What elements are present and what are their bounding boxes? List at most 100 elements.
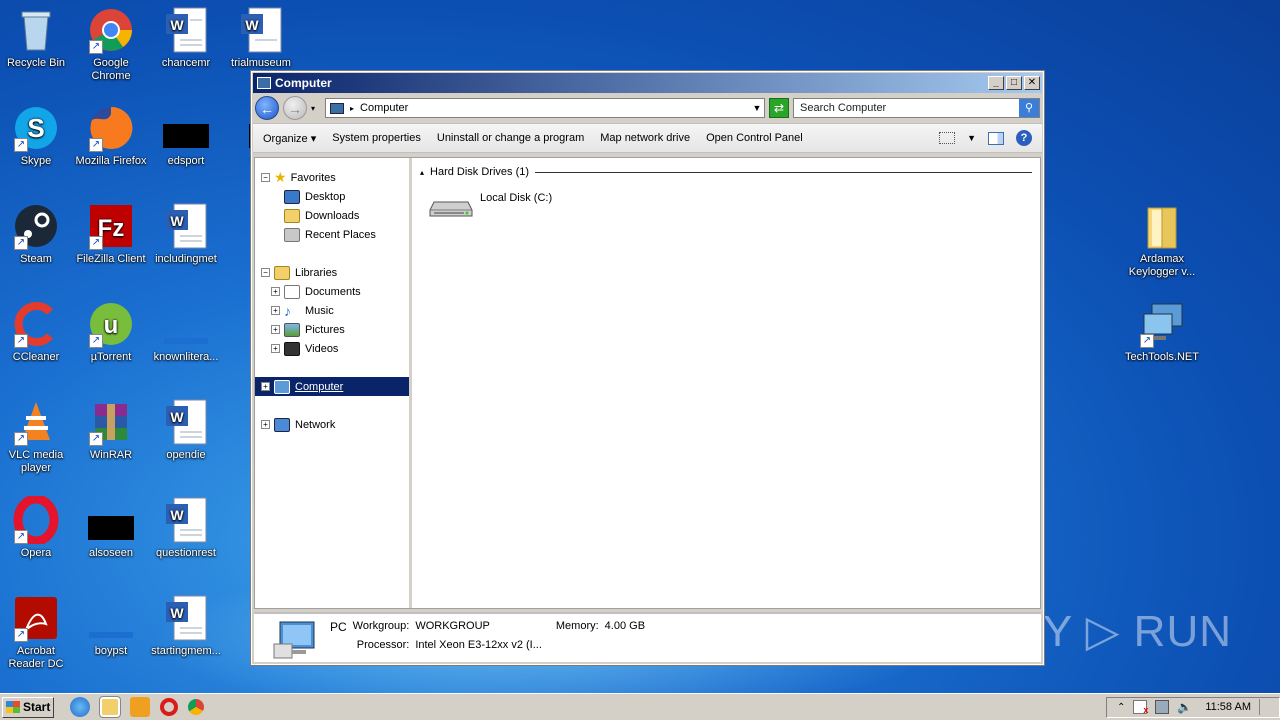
winrar-icon: ↗ <box>87 398 135 446</box>
desktop-icon-knownlitera[interactable]: knownlitera... <box>150 300 222 364</box>
expand-icon[interactable]: + <box>271 344 280 353</box>
forward-button[interactable]: → <box>283 96 307 120</box>
star-icon: ★ <box>274 169 287 185</box>
desktop-icon-utorrent[interactable]: u ↗ µTorrent <box>75 300 147 364</box>
nav-item-desktop[interactable]: Desktop <box>255 187 409 206</box>
collapse-group-icon[interactable]: ▴ <box>420 168 424 177</box>
maximize-button[interactable]: □ <box>1006 76 1022 90</box>
organize-button[interactable]: Organize ▾ <box>263 132 316 145</box>
drive-local-disk-c[interactable]: Local Disk (C:) <box>428 192 1032 220</box>
explorer-window: Computer _ □ ✕ ← → ▾ ▸ Computer ▼ ⇄ Sear… <box>250 70 1045 666</box>
steam-icon: ↗ <box>12 202 60 250</box>
internet-explorer-icon[interactable] <box>70 697 90 717</box>
desktop-icon-questionrest[interactable]: W questionrest <box>150 496 222 560</box>
shortcut-arrow-icon: ↗ <box>89 138 103 152</box>
preview-pane-icon[interactable] <box>988 131 1004 145</box>
expand-icon[interactable]: + <box>271 325 280 334</box>
expand-icon[interactable]: + <box>261 420 270 429</box>
nav-item-computer[interactable]: + Computer <box>255 377 409 396</box>
search-icon[interactable]: ⚲ <box>1019 99 1039 117</box>
address-dropdown-icon[interactable]: ▼ <box>750 103 764 113</box>
media-player-icon[interactable] <box>130 697 150 717</box>
change-view-icon[interactable] <box>939 132 956 144</box>
map-network-drive-button[interactable]: Map network drive <box>600 132 690 144</box>
search-input[interactable]: Search Computer ⚲ <box>793 98 1040 118</box>
desktop-icon-winrar[interactable]: ↗ WinRAR <box>75 398 147 462</box>
svg-text:u: u <box>104 312 119 339</box>
desktop-icon-techtools[interactable]: ↗ TechTools.NET <box>1122 300 1202 364</box>
opera-taskbar-icon[interactable] <box>160 698 178 716</box>
desktop-icon-recycle-bin[interactable]: Recycle Bin <box>0 6 72 70</box>
expand-icon[interactable]: + <box>271 306 280 315</box>
desktop-icon-startingmem[interactable]: W startingmem... <box>150 594 222 658</box>
nav-item-documents[interactable]: + Documents <box>255 282 409 301</box>
desktop-icon-steam[interactable]: ↗ Steam <box>0 202 72 266</box>
clock[interactable]: 11:58 AM <box>1205 701 1251 713</box>
group-header-hard-disk-drives[interactable]: ▴ Hard Disk Drives (1) <box>420 166 1032 178</box>
nav-item-music[interactable]: + ♪ Music <box>255 301 409 320</box>
back-button[interactable]: ← <box>255 96 279 120</box>
close-button[interactable]: ✕ <box>1024 76 1040 90</box>
desktop-icon-includingmet[interactable]: W includingmet <box>150 202 222 266</box>
help-icon[interactable]: ? <box>1016 130 1032 146</box>
nav-item-downloads[interactable]: Downloads <box>255 206 409 225</box>
show-hidden-icons-icon[interactable]: ⌃ <box>1117 702 1125 713</box>
show-desktop-button[interactable] <box>1259 699 1269 715</box>
minimize-button[interactable]: _ <box>988 76 1004 90</box>
desktop-icon-filezilla[interactable]: Fz ↗ FileZilla Client <box>75 202 147 266</box>
music-icon: ♪ <box>284 302 291 319</box>
recent-pages-dropdown-icon[interactable]: ▾ <box>311 104 315 113</box>
computer-icon <box>257 77 271 89</box>
shortcut-arrow-icon: ↗ <box>14 628 28 642</box>
desktop-icon-opera[interactable]: ↗ Opera <box>0 494 72 560</box>
windows-explorer-icon[interactable] <box>99 696 121 718</box>
network-tray-icon[interactable] <box>1155 700 1170 714</box>
desktop-icon-opendie[interactable]: W opendie <box>150 398 222 462</box>
blank-file-icon <box>162 104 210 152</box>
expand-icon[interactable]: + <box>271 287 280 296</box>
refresh-button[interactable]: ⇄ <box>769 98 790 118</box>
system-properties-button[interactable]: System properties <box>332 132 421 144</box>
shortcut-arrow-icon: ↗ <box>14 138 28 152</box>
address-text: Computer <box>360 102 409 114</box>
chrome-taskbar-icon[interactable] <box>188 699 204 715</box>
action-center-icon[interactable]: x <box>1133 700 1148 715</box>
nav-item-libraries[interactable]: − Libraries <box>255 263 409 282</box>
desktop-icon-skype[interactable]: S ↗ Skype <box>0 104 72 168</box>
nav-item-favorites[interactable]: − ★ Favorites <box>255 168 409 187</box>
svg-text:W: W <box>170 17 184 33</box>
desktop-icon-trialmuseum[interactable]: W trialmuseum <box>225 6 297 70</box>
nav-item-videos[interactable]: + Videos <box>255 339 409 358</box>
breadcrumb-arrow-icon[interactable]: ▸ <box>350 104 354 113</box>
start-button[interactable]: Start <box>2 696 54 718</box>
desktop-icon-boypst[interactable]: boypst <box>75 594 147 658</box>
nav-item-pictures[interactable]: + Pictures <box>255 320 409 339</box>
volume-icon[interactable]: 🔈 <box>1177 700 1192 714</box>
desktop-icon-chrome[interactable]: ↗ Google Chrome <box>75 6 147 83</box>
desktop-icon-firefox[interactable]: ↗ Mozilla Firefox <box>75 104 147 168</box>
open-control-panel-button[interactable]: Open Control Panel <box>706 132 803 144</box>
desktop-icon-chancemr[interactable]: W chancemr <box>150 6 222 70</box>
svg-text:S: S <box>27 113 44 143</box>
skype-icon: S ↗ <box>12 104 60 152</box>
desktop-icon-ccleaner[interactable]: ↗ CCleaner <box>0 300 72 364</box>
uninstall-program-button[interactable]: Uninstall or change a program <box>437 132 584 144</box>
nav-item-network[interactable]: + Network <box>255 415 409 434</box>
nav-item-recent-places[interactable]: Recent Places <box>255 225 409 244</box>
workgroup-value: WORKGROUP <box>415 620 490 632</box>
desktop-icon-edsport[interactable]: edsport <box>150 104 222 168</box>
expand-icon[interactable]: + <box>261 382 270 391</box>
window-titlebar[interactable]: Computer _ □ ✕ <box>253 73 1042 93</box>
desktop-icon-vlc[interactable]: ↗ VLC media player <box>0 398 72 475</box>
view-options-dropdown-icon[interactable]: ▼ <box>967 133 976 143</box>
pictures-icon <box>284 322 300 337</box>
word-doc-icon: W <box>162 6 210 54</box>
desktop-icon-alsoseen[interactable]: alsoseen <box>75 496 147 560</box>
desktop-icon-ardamax[interactable]: Ardamax Keylogger v... <box>1122 202 1202 279</box>
desktop-icon-acrobat[interactable]: ↗ Acrobat Reader DC <box>0 594 72 671</box>
utorrent-icon: u ↗ <box>87 300 135 348</box>
address-field[interactable]: ▸ Computer ▼ <box>325 98 766 118</box>
collapse-icon[interactable]: − <box>261 268 270 277</box>
collapse-icon[interactable]: − <box>261 173 270 182</box>
documents-icon <box>284 284 300 299</box>
